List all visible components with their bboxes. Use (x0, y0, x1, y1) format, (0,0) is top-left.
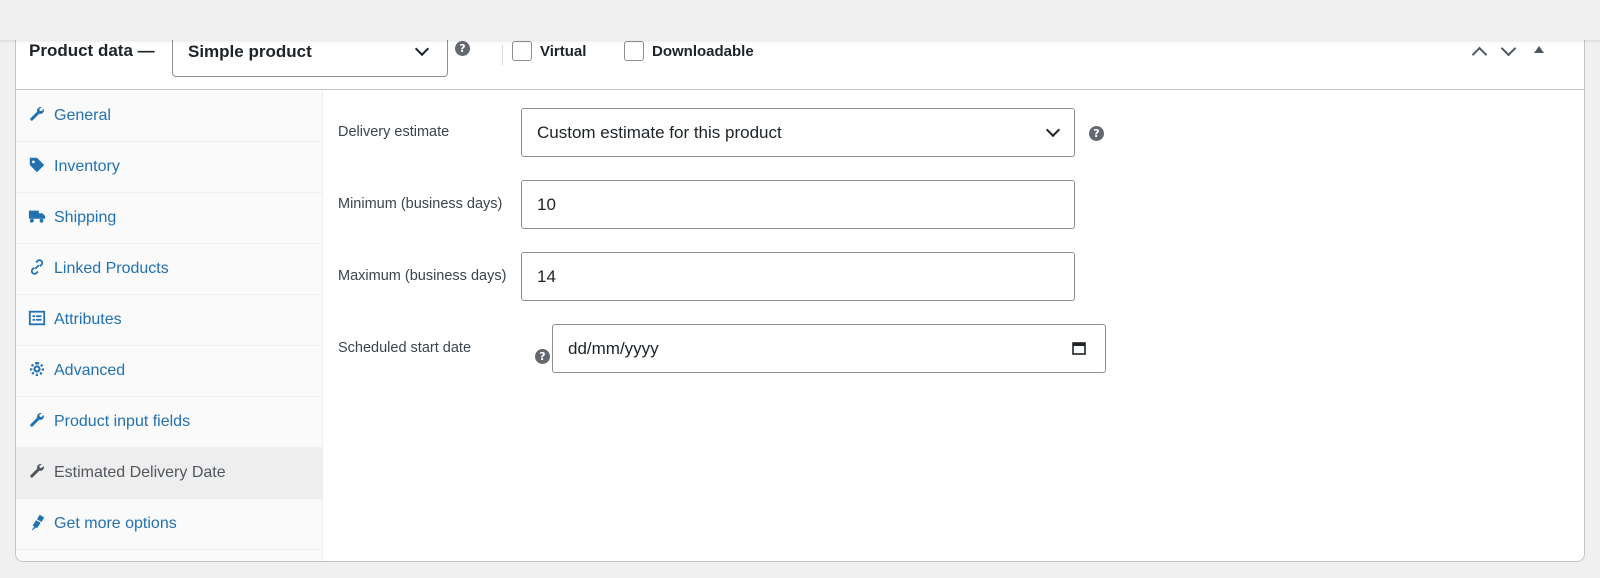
tab-estimated-delivery-date[interactable]: Estimated Delivery Date (16, 448, 322, 499)
move-up-icon[interactable] (1471, 46, 1488, 63)
tab-label: Product input fields (54, 413, 191, 430)
tab-label: General (54, 107, 111, 124)
wrench-icon (30, 412, 44, 427)
help-icon[interactable]: ? (1089, 126, 1104, 141)
tab-label: Inventory (54, 158, 120, 175)
tab-label: Advanced (54, 362, 126, 379)
tab-label: Attributes (54, 311, 122, 328)
tab-label: Get more options (54, 515, 177, 532)
start-date-label: Scheduled start date (338, 340, 472, 356)
tab-product-input-fields[interactable]: Product input fields (16, 397, 322, 448)
minimum-days-label: Minimum (business days) (338, 196, 503, 212)
tab-get-more-options[interactable]: Get more options (16, 499, 322, 550)
divider (502, 45, 503, 65)
start-date-placeholder: dd/mm/yyyy (568, 339, 659, 358)
chevron-down-icon (414, 41, 430, 57)
tab-label: Linked Products (54, 260, 169, 277)
product-data-title: Product data — (29, 41, 155, 60)
link-icon (30, 259, 44, 275)
tab-attributes[interactable]: Attributes (16, 295, 322, 346)
tab-label: Estimated Delivery Date (54, 464, 226, 481)
tab-shipping[interactable]: Shipping (16, 193, 322, 244)
tab-general[interactable]: General (16, 91, 322, 142)
tab-label: Shipping (54, 209, 117, 226)
tab-linked-products[interactable]: Linked Products (16, 244, 322, 295)
delivery-estimate-select[interactable]: Custom estimate for this product (521, 108, 1075, 157)
wrench-icon (30, 463, 44, 478)
list-icon (28, 310, 46, 326)
product-type-value: Simple product (188, 42, 312, 61)
tag-icon (29, 157, 45, 173)
downloadable-checkbox[interactable] (624, 41, 644, 61)
minimum-days-value: 10 (537, 195, 556, 214)
maximum-days-value: 14 (537, 267, 556, 286)
wrench-icon (30, 106, 44, 121)
start-date-input[interactable]: dd/mm/yyyy (552, 324, 1106, 373)
delivery-estimate-label: Delivery estimate (338, 124, 450, 140)
tab-inventory[interactable]: Inventory (16, 142, 322, 193)
maximum-days-input[interactable]: 14 (521, 252, 1075, 301)
move-down-icon[interactable] (1500, 40, 1517, 57)
calendar-icon[interactable] (1071, 340, 1087, 356)
help-icon[interactable]: ? (455, 41, 470, 56)
help-icon[interactable]: ? (535, 349, 550, 364)
product-data-panel: Product data — Simple product ? Virtual … (15, 30, 1585, 562)
collapse-toggle-icon[interactable] (1534, 46, 1544, 53)
maximum-days-label: Maximum (business days) (338, 268, 507, 284)
top-bar (0, 0, 1600, 40)
tab-advanced[interactable]: Advanced (16, 346, 322, 397)
downloadable-label[interactable]: Downloadable (652, 43, 754, 60)
chevron-down-icon (1045, 122, 1061, 138)
delivery-estimate-value: Custom estimate for this product (537, 123, 782, 142)
product-data-tabs: General Inventory Shipping Linked Produc… (16, 91, 323, 561)
truck-icon (28, 210, 46, 223)
plugin-icon (31, 514, 45, 531)
minimum-days-input[interactable]: 10 (521, 180, 1075, 229)
virtual-label[interactable]: Virtual (540, 43, 586, 60)
estimated-delivery-panel: Delivery estimate Custom estimate for th… (324, 91, 1584, 561)
gear-icon (29, 361, 45, 377)
virtual-checkbox[interactable] (512, 41, 532, 61)
